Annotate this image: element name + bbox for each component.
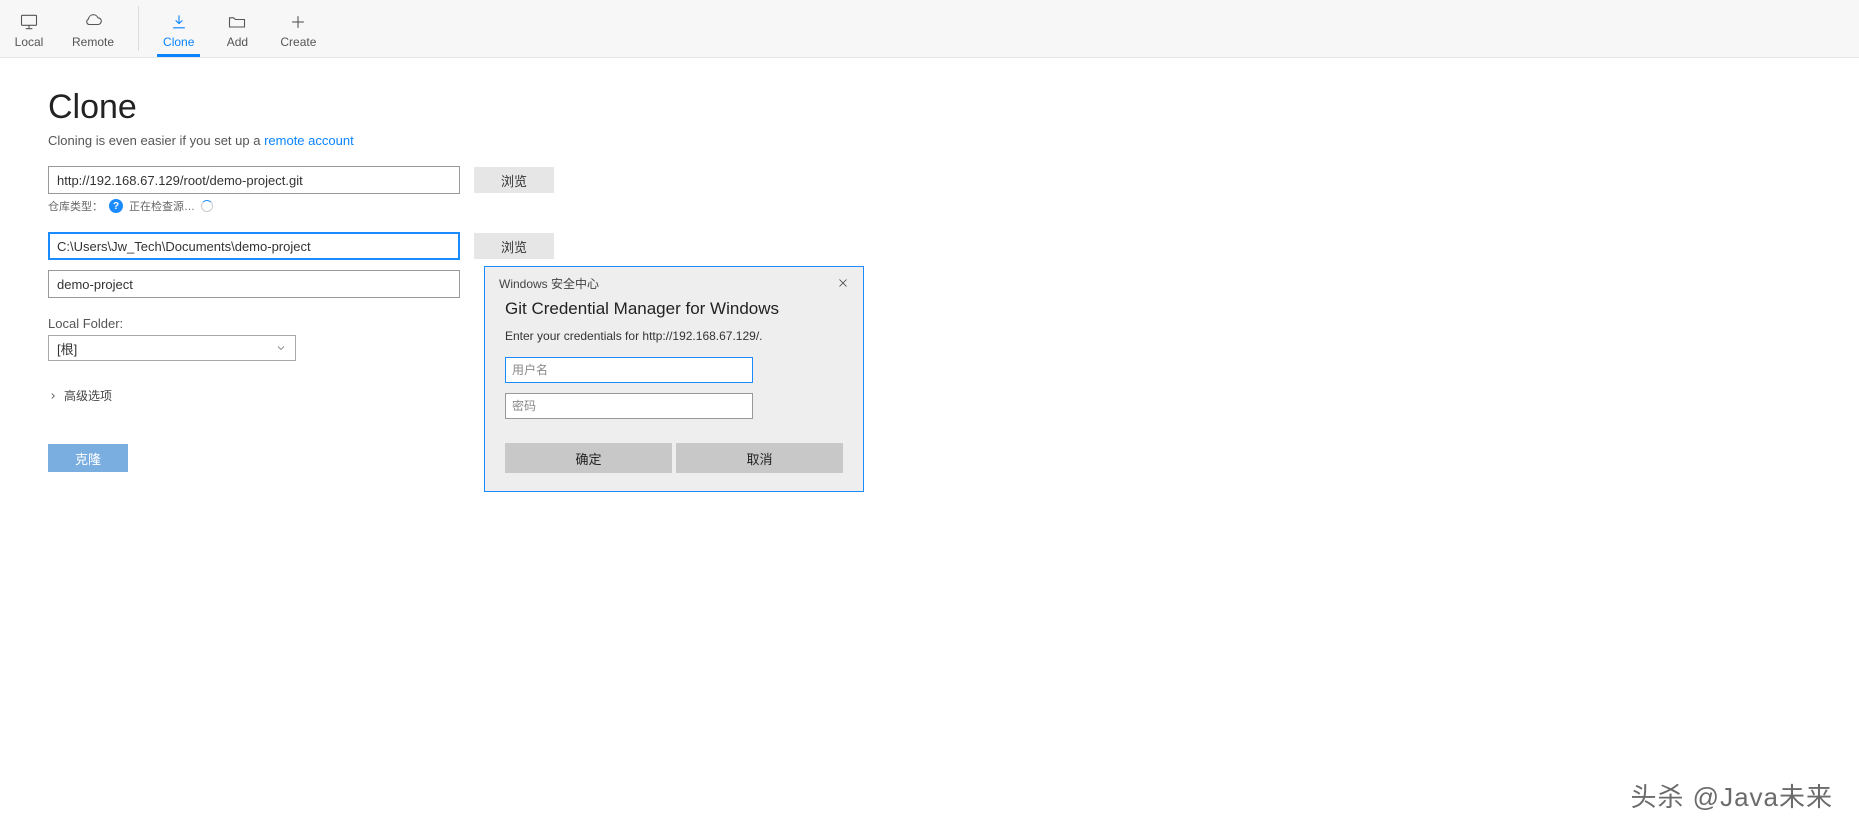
toolbar: Local Remote Clone Add Create (0, 0, 1859, 58)
toolbar-remote-label: Remote (72, 35, 114, 49)
toolbar-create-label: Create (280, 35, 316, 49)
dialog-close-button[interactable] (833, 273, 853, 293)
dialog-ok-button[interactable]: 确定 (505, 443, 672, 473)
project-name-input[interactable] (48, 270, 460, 298)
password-input[interactable] (505, 393, 753, 419)
dialog-cancel-button[interactable]: 取消 (676, 443, 843, 473)
local-folder-label: Local Folder: (48, 316, 1859, 331)
close-icon (837, 277, 849, 289)
cloud-icon (83, 11, 103, 33)
credential-dialog: Windows 安全中心 Git Credential Manager for … (484, 266, 864, 492)
page-title: Clone (48, 88, 1859, 127)
toolbar-add-label: Add (227, 35, 248, 49)
spinner-icon (201, 200, 213, 212)
source-url-input[interactable] (48, 166, 460, 194)
info-icon: ? (109, 199, 123, 213)
download-icon (169, 11, 189, 33)
folder-open-icon (227, 11, 247, 33)
toolbar-separator (138, 6, 139, 51)
monitor-icon (19, 11, 39, 33)
toolbar-local-label: Local (15, 35, 44, 49)
browse-source-button[interactable]: 浏览 (474, 167, 554, 193)
advanced-options-toggle[interactable]: 高级选项 (48, 387, 1859, 404)
toolbar-add[interactable]: Add (208, 0, 266, 57)
dialog-heading: Git Credential Manager for Windows (505, 299, 843, 319)
chevron-right-icon (48, 391, 58, 401)
plus-icon (288, 11, 308, 33)
destination-path-input[interactable] (48, 232, 460, 260)
chevron-down-icon (275, 342, 287, 354)
dialog-window-title: Windows 安全中心 (499, 275, 599, 292)
toolbar-create[interactable]: Create (266, 0, 330, 57)
repo-type-status: 仓库类型： ? 正在检查源… (48, 198, 1859, 214)
toolbar-clone[interactable]: Clone (149, 0, 208, 57)
toolbar-local[interactable]: Local (0, 0, 58, 57)
dialog-prompt: Enter your credentials for http://192.16… (505, 329, 843, 343)
page-subtext: Cloning is even easier if you set up a r… (48, 133, 1859, 148)
toolbar-remote[interactable]: Remote (58, 0, 128, 57)
main-content: Clone Cloning is even easier if you set … (0, 58, 1859, 472)
toolbar-clone-label: Clone (163, 35, 194, 49)
local-folder-select[interactable]: [根] (48, 335, 296, 361)
clone-button[interactable]: 克隆 (48, 444, 128, 472)
browse-destination-button[interactable]: 浏览 (474, 233, 554, 259)
remote-account-link[interactable]: remote account (264, 133, 354, 148)
username-input[interactable] (505, 357, 753, 383)
watermark: 头杀 @Java未来 (1630, 777, 1833, 814)
